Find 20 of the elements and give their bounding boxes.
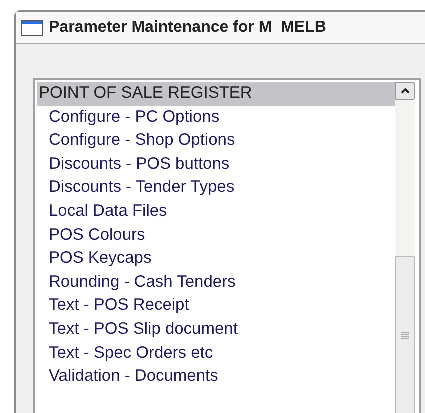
list-item[interactable]: Configure - Shop Options bbox=[37, 129, 395, 153]
list-item[interactable]: Configure - PC Options bbox=[37, 106, 395, 130]
list-group-header[interactable]: POINT OF SALE REGISTER bbox=[37, 82, 395, 106]
grip-icon bbox=[401, 332, 409, 340]
scrollbar[interactable] bbox=[395, 82, 415, 413]
list-item[interactable]: POS Colours bbox=[37, 224, 395, 248]
list-item[interactable]: Text - POS Receipt bbox=[37, 294, 395, 318]
list-item[interactable]: Validation - Documents bbox=[37, 365, 395, 389]
scroll-up-button[interactable] bbox=[395, 82, 415, 100]
list-item[interactable]: POS Keycaps bbox=[37, 247, 395, 271]
list-item[interactable]: Text - Spec Orders etc bbox=[37, 342, 395, 366]
scroll-thumb[interactable] bbox=[395, 256, 415, 413]
window-icon bbox=[21, 20, 43, 36]
list-item[interactable]: Rounding - Cash Tenders bbox=[37, 270, 395, 294]
list-item[interactable]: Discounts - Tender Types bbox=[37, 176, 395, 200]
list-item[interactable]: Discounts - POS buttons bbox=[37, 152, 395, 176]
window-title: Parameter Maintenance for M MELB bbox=[49, 18, 326, 38]
list-item[interactable]: Local Data Files bbox=[37, 200, 395, 224]
list-item[interactable]: Text - POS Slip document bbox=[37, 318, 395, 342]
caret-up-icon bbox=[400, 88, 410, 94]
